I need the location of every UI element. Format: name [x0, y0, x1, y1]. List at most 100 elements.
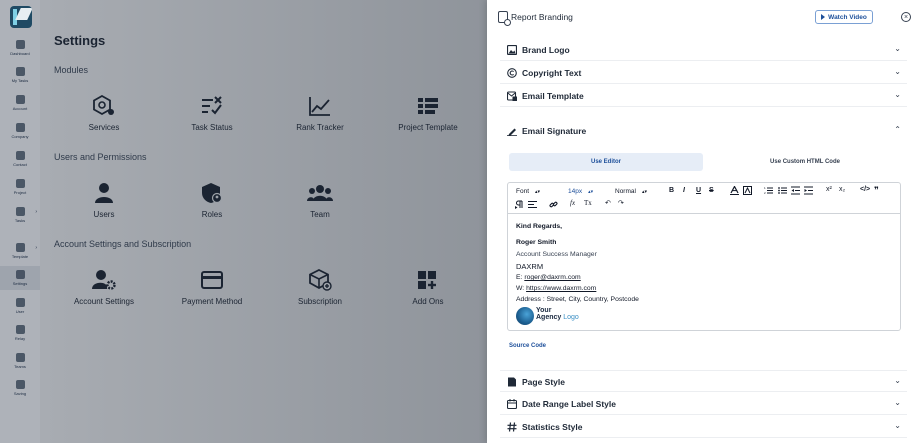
email-signature-editor-section: Use Editor Use Custom HTML Code Font ▴▾ 1…	[500, 140, 907, 361]
underline-button[interactable]: U	[696, 187, 701, 194]
font-select[interactable]: Font ▴▾	[516, 188, 540, 195]
report-branding-panel: Report Branding Watch Video × Brand Logo…	[487, 0, 923, 443]
outdent-icon[interactable]	[791, 186, 800, 197]
page-style-icon	[508, 377, 516, 387]
background-color-icon-svg	[743, 186, 752, 195]
company-icon	[15, 123, 25, 132]
select-arrows-icon: ▴▾	[588, 189, 594, 195]
rail-item-relay[interactable]: Relay	[0, 325, 40, 341]
contact-icon	[15, 151, 25, 160]
redo-icon[interactable]: ↷	[618, 199, 624, 207]
bullet-list-icon-svg	[778, 187, 787, 194]
user-settings-icon	[92, 270, 116, 290]
text-color-icon[interactable]	[730, 185, 739, 197]
tile-services[interactable]: Services	[51, 95, 157, 132]
accordion-email-signature[interactable]: Email Signature ⌃	[500, 120, 907, 142]
strikethrough-button[interactable]: S	[709, 187, 714, 194]
signature-mode-tabs: Use Editor Use Custom HTML Code	[509, 153, 903, 171]
superscript-button[interactable]: x²	[826, 186, 832, 193]
signature-address: Address : Street, City, Country, Postcod…	[516, 296, 639, 303]
source-code-link[interactable]: Source Code	[509, 343, 546, 349]
align-icon[interactable]	[528, 200, 537, 211]
ordered-list-icon[interactable]: 12	[764, 186, 773, 197]
chevron-down-icon: ⌄	[894, 44, 901, 53]
formula-icon[interactable]: fx	[570, 199, 575, 207]
bullet-list-icon[interactable]	[778, 186, 787, 197]
chevron-down-icon: ⌄	[894, 421, 901, 430]
close-button[interactable]: ×	[901, 12, 911, 22]
font-size-select[interactable]: 14px ▴▾	[568, 188, 593, 195]
saving-icon	[15, 380, 25, 389]
rail-item-my-tasks[interactable]: My Tasks	[0, 67, 40, 83]
svg-text:1: 1	[764, 186, 766, 190]
tile-payment-method[interactable]: Payment Method	[159, 269, 265, 306]
tab-custom-html[interactable]: Use Custom HTML Code	[707, 153, 903, 171]
select-arrows-icon: ▴▾	[535, 189, 541, 195]
accordion-statistics-style[interactable]: Statistics Style ⌄	[500, 416, 907, 438]
calendar-icon	[507, 399, 517, 409]
rank-tracker-icon	[309, 97, 330, 116]
code-button[interactable]: </>	[860, 186, 870, 193]
user-icon	[95, 183, 113, 203]
link-icon[interactable]	[549, 200, 558, 211]
rail-item-account[interactable]: Account	[0, 95, 40, 111]
rail-item-contact[interactable]: Contact	[0, 151, 40, 167]
website-link[interactable]: https://www.daxrm.com	[526, 285, 596, 292]
blockquote-button[interactable]: ❞	[874, 185, 879, 196]
align-icon-svg	[528, 201, 537, 208]
link-icon-svg	[549, 201, 558, 208]
indent-icon[interactable]	[804, 186, 813, 197]
task-status-icon	[202, 96, 222, 115]
paragraph-format-select[interactable]: Normal ▴▾	[615, 188, 647, 195]
section-title-modules: Modules	[54, 65, 89, 75]
tile-users[interactable]: Users	[51, 182, 157, 219]
tile-rank-tracker[interactable]: Rank Tracker	[267, 95, 373, 132]
tile-task-status[interactable]: Task Status	[159, 95, 265, 132]
rail-item-company[interactable]: Company	[0, 123, 40, 139]
rail-item-user[interactable]: User	[0, 298, 40, 314]
signature-website-line: W: https://www.daxrm.com	[516, 285, 597, 292]
editor-toolbar: Font ▴▾ 14px ▴▾ Normal ▴▾ B I U S 12 x² …	[508, 183, 900, 214]
accordion-copyright-text[interactable]: Copyright Text ⌄	[500, 62, 907, 84]
rail-item-teams[interactable]: Teams	[0, 353, 40, 369]
background-color-icon[interactable]	[743, 186, 752, 197]
text-direction-icon[interactable]	[515, 200, 524, 211]
chevron-down-icon: ⌄	[894, 398, 901, 407]
tile-account-settings[interactable]: Account Settings	[51, 269, 157, 306]
chevron-right-icon: ›	[35, 245, 37, 251]
email-link[interactable]: roger@daxrm.com	[524, 274, 580, 281]
tasks-list-icon	[15, 207, 25, 216]
rail-item-dashboard[interactable]: Dashboard	[0, 40, 40, 56]
credit-card-icon	[201, 271, 223, 289]
rail-item-project[interactable]: Project	[0, 179, 40, 195]
team-icon	[307, 185, 333, 201]
page-title: Settings	[54, 33, 106, 48]
accordion-email-template[interactable]: Email Template ⌄	[500, 85, 907, 107]
subscript-button[interactable]: x₂	[839, 186, 845, 193]
section-title-users-permissions: Users and Permissions	[54, 152, 147, 162]
rail-item-template[interactable]: Template ›	[0, 243, 40, 259]
app-logo[interactable]	[10, 6, 32, 28]
tile-add-ons[interactable]: Add Ons	[375, 269, 481, 306]
tile-subscription[interactable]: Subscription	[267, 269, 373, 306]
rail-item-saving[interactable]: Saving	[0, 380, 40, 396]
watch-video-button[interactable]: Watch Video	[815, 10, 873, 24]
accordion-brand-logo[interactable]: Brand Logo ⌄	[500, 39, 907, 61]
text-direction-icon-svg	[515, 200, 523, 209]
italic-button[interactable]: I	[683, 187, 685, 194]
bold-button[interactable]: B	[669, 187, 674, 194]
rail-item-tasks[interactable]: Tasks ›	[0, 207, 40, 223]
tab-use-editor[interactable]: Use Editor	[509, 153, 703, 171]
signature-email-line: E: roger@daxrm.com	[516, 274, 581, 281]
accordion-date-range-label-style[interactable]: Date Range Label Style ⌄	[500, 393, 907, 415]
accordion-page-style[interactable]: Page Style ⌄	[500, 370, 907, 392]
email-template-icon	[507, 91, 517, 101]
settings-icon	[15, 270, 25, 279]
tile-project-template[interactable]: Project Template	[375, 95, 481, 132]
rail-item-settings[interactable]: Settings	[0, 266, 40, 290]
tile-roles[interactable]: Roles	[159, 182, 265, 219]
tile-team[interactable]: Team	[267, 182, 373, 219]
clear-format-icon[interactable]: Tx	[584, 199, 592, 207]
undo-icon[interactable]: ↶	[605, 199, 611, 207]
teams-icon	[15, 353, 25, 362]
